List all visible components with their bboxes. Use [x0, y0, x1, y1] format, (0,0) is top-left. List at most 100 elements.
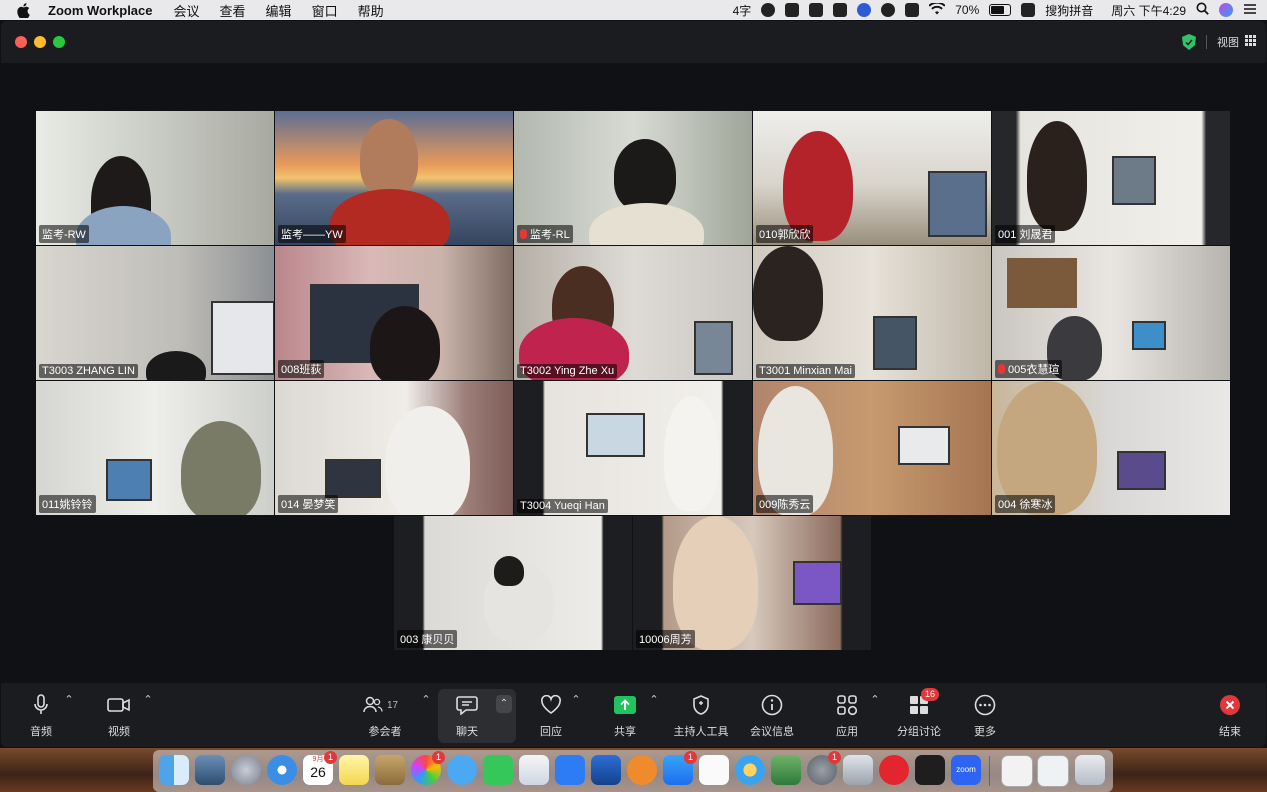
video-tile[interactable]: 004 徐寒冰: [992, 381, 1230, 515]
video-tile[interactable]: 10006周芳: [633, 516, 871, 650]
video-tile[interactable]: T3002 Ying Zhe Xu: [514, 246, 752, 380]
laptop-screen: [1112, 156, 1156, 205]
video-tile[interactable]: 001 刘晟君: [992, 111, 1230, 245]
share-options-caret[interactable]: ⌃: [648, 693, 660, 706]
netease-music-icon[interactable]: [879, 755, 909, 785]
messages-icon[interactable]: [447, 755, 477, 785]
sogou-input-icon[interactable]: [1021, 3, 1036, 17]
audio-button[interactable]: 音频: [27, 689, 55, 743]
apps-options-caret[interactable]: ⌃: [869, 693, 881, 706]
meeting-info-button[interactable]: 会议信息: [749, 689, 795, 743]
host-tools-button[interactable]: 主持人工具: [671, 689, 731, 743]
video-tile[interactable]: 监考-RL: [514, 111, 752, 245]
microphone-status-icon[interactable]: [785, 3, 800, 17]
minimize-window-button[interactable]: [34, 36, 46, 48]
preview-app-icon[interactable]: [195, 755, 225, 785]
weather-icon[interactable]: [735, 755, 765, 785]
clock[interactable]: 周六 下午4:29: [1111, 2, 1186, 19]
macos-dock: 9月 26 1 1 1 1 zoom: [0, 748, 1267, 792]
video-tile[interactable]: 监考——YW: [275, 111, 513, 245]
laptop-screen: [793, 561, 842, 605]
qq-icon[interactable]: [915, 755, 945, 785]
video-tile[interactable]: T3003 ZHANG LIN: [36, 246, 274, 380]
chat-options-caret[interactable]: ⌃: [496, 695, 512, 713]
notes-icon[interactable]: [339, 755, 369, 785]
wps-office-icon[interactable]: [555, 755, 585, 785]
view-button[interactable]: 视图: [1182, 31, 1256, 53]
zoom-app-icon[interactable]: zoom: [951, 755, 981, 785]
participant-name: 监考-RW: [42, 229, 86, 241]
siri-icon[interactable]: [1219, 3, 1233, 17]
share-button[interactable]: 共享: [611, 689, 639, 743]
books-icon[interactable]: [627, 755, 657, 785]
video-tile[interactable]: 005衣慧瑄: [992, 246, 1230, 380]
safari-icon[interactable]: [267, 755, 297, 785]
keynote-icon[interactable]: [591, 755, 621, 785]
maximize-window-button[interactable]: [53, 36, 65, 48]
input-source-icon[interactable]: [809, 3, 824, 17]
video-button[interactable]: 视频: [105, 689, 133, 743]
calendar-icon[interactable]: 9月 26 1: [303, 751, 337, 785]
end-meeting-button[interactable]: 结束: [1216, 689, 1244, 743]
apps-button[interactable]: 应用: [833, 689, 861, 743]
notification-bell-icon[interactable]: [881, 3, 896, 17]
participant-video: [370, 306, 440, 380]
pages-icon[interactable]: [519, 755, 549, 785]
participants-button[interactable]: 17 参会者: [363, 689, 405, 743]
video-tile[interactable]: 008班荻: [275, 246, 513, 380]
participant-name-label: 010郭欣欣: [756, 225, 814, 243]
menu-meeting[interactable]: 会议: [174, 1, 200, 20]
screenshot-thumbnail[interactable]: [1037, 755, 1069, 787]
grid-status-icon[interactable]: [833, 3, 848, 17]
facetime-icon[interactable]: [483, 755, 513, 785]
photos-icon[interactable]: 1: [411, 751, 445, 785]
chat-button[interactable]: 聊天 ⌃: [438, 689, 516, 743]
video-tile[interactable]: 010郭欣欣: [753, 111, 991, 245]
menu-edit[interactable]: 编辑: [266, 1, 292, 20]
image-capture-icon[interactable]: [843, 755, 873, 785]
breakout-rooms-button[interactable]: 分组讨论 16: [894, 688, 944, 743]
apple-menu-icon[interactable]: [16, 2, 30, 18]
screen-record-icon[interactable]: [761, 3, 776, 17]
battery-percent[interactable]: 70%: [955, 3, 979, 17]
input-method-label[interactable]: 搜狗拼音: [1045, 2, 1093, 19]
participant-video: [664, 396, 719, 511]
more-button[interactable]: 更多: [971, 689, 999, 743]
video-tile[interactable]: 009陈秀云: [753, 381, 991, 515]
menu-help[interactable]: 帮助: [358, 1, 384, 20]
system-settings-icon[interactable]: 1: [807, 751, 841, 785]
audio-options-caret[interactable]: ⌃: [63, 693, 75, 706]
encryption-shield-icon[interactable]: [1182, 34, 1196, 50]
app-store-icon[interactable]: 1: [663, 751, 697, 785]
spotlight-search-icon[interactable]: [1196, 2, 1209, 18]
participant-name-label: 001 刘晟君: [995, 225, 1056, 243]
zoom-status-icon[interactable]: [857, 3, 872, 17]
video-tile[interactable]: T3001 Minxian Mai: [753, 246, 991, 380]
dictionary-icon[interactable]: [771, 755, 801, 785]
video-tile[interactable]: T3004 Yueqi Han: [514, 381, 752, 515]
participants-options-caret[interactable]: ⌃: [420, 693, 432, 706]
reminders-icon[interactable]: [699, 755, 729, 785]
trash-icon[interactable]: [1075, 755, 1105, 785]
launchpad-icon[interactable]: [231, 755, 261, 785]
reactions-button[interactable]: 回应: [537, 689, 565, 743]
reactions-options-caret[interactable]: ⌃: [570, 693, 582, 706]
menu-window[interactable]: 窗口: [312, 1, 338, 20]
document-thumbnail[interactable]: [1001, 755, 1033, 787]
finder-icon[interactable]: [159, 755, 189, 785]
battery-icon[interactable]: [989, 4, 1012, 16]
close-window-button[interactable]: [15, 36, 27, 48]
menu-app-name[interactable]: Zoom Workplace: [48, 3, 153, 18]
char-count-status[interactable]: 4字: [733, 2, 752, 19]
vpn-status-icon[interactable]: [905, 3, 920, 17]
wifi-icon[interactable]: [928, 1, 946, 18]
control-center-icon[interactable]: [1243, 3, 1257, 18]
menu-view[interactable]: 查看: [220, 1, 246, 20]
contacts-icon[interactable]: [375, 755, 405, 785]
video-tile[interactable]: 003 康贝贝: [394, 516, 632, 650]
video-camera-icon: [106, 692, 132, 718]
video-tile[interactable]: 监考-RW: [36, 111, 274, 245]
video-tile[interactable]: 014 晏梦笑: [275, 381, 513, 515]
video-options-caret[interactable]: ⌃: [142, 693, 154, 706]
video-tile[interactable]: 011姚铃铃: [36, 381, 274, 515]
